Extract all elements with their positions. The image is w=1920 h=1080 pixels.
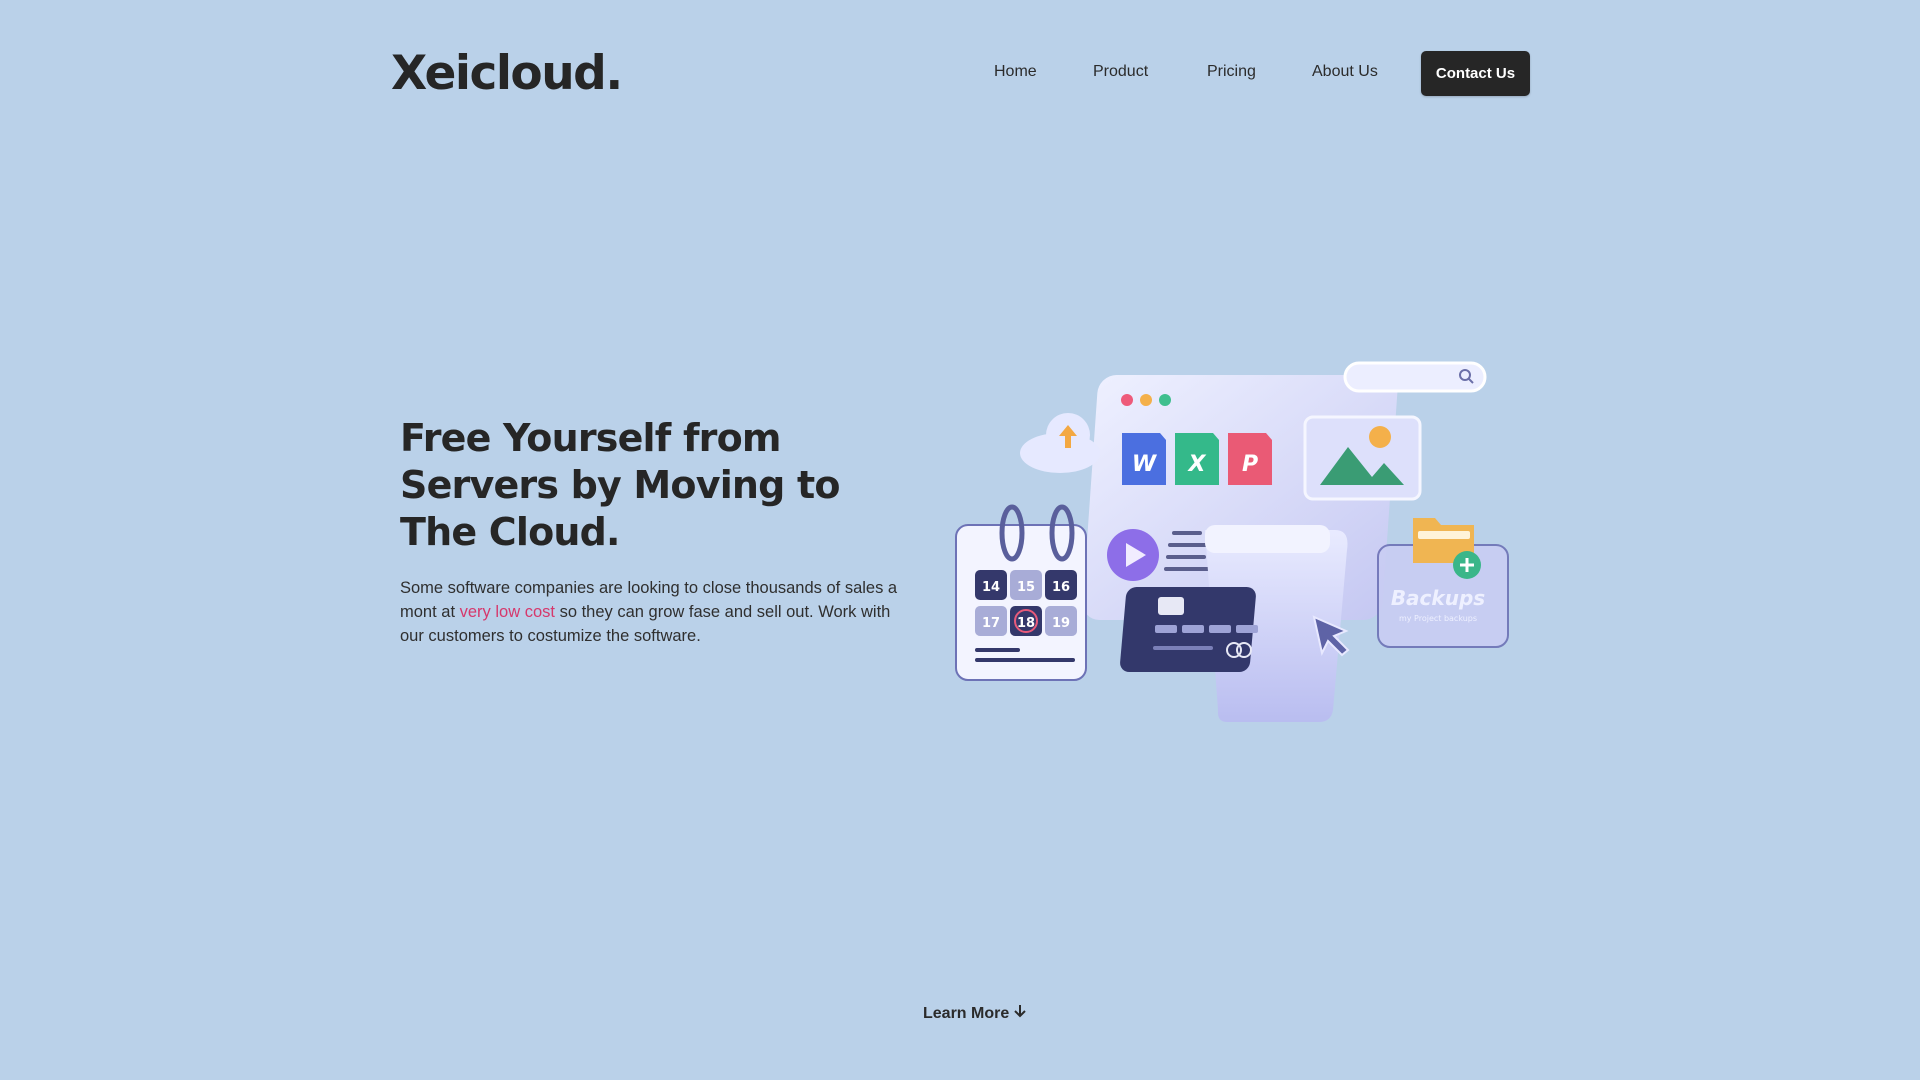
image-placeholder-icon: [1303, 415, 1422, 501]
text-line: [1164, 567, 1214, 571]
svg-text:15: 15: [1017, 580, 1035, 595]
cloud-illustration-svg: W X P 14 15 16 17 18 19 Backups my Proje…: [955, 361, 1509, 722]
hero-highlight-link[interactable]: very low cost: [460, 603, 555, 621]
nav-product[interactable]: Product: [1093, 63, 1148, 81]
svg-text:16: 16: [1052, 580, 1070, 595]
backups-label: Backups: [1391, 586, 1485, 610]
nav-pricing[interactable]: Pricing: [1207, 63, 1256, 81]
contact-us-button[interactable]: Contact Us: [1421, 51, 1530, 96]
calendar-icon: 14 15 16 17 18 19: [955, 504, 1087, 681]
text-line: [1172, 531, 1202, 535]
arrow-down-icon: [1013, 1004, 1027, 1023]
svg-text:P: P: [1242, 452, 1258, 477]
svg-text:W: W: [1132, 452, 1158, 477]
svg-text:17: 17: [982, 616, 1000, 631]
learn-more-button[interactable]: Learn More: [923, 1004, 1027, 1023]
main-nav: Home Product Pricing About Us Contact Us: [0, 51, 1920, 97]
hero-description: Some software companies are looking to c…: [400, 576, 910, 648]
learn-more-label: Learn More: [923, 1004, 1010, 1022]
svg-text:14: 14: [982, 580, 1000, 595]
svg-text:19: 19: [1052, 616, 1070, 631]
nav-about-us[interactable]: About Us: [1312, 63, 1378, 81]
credit-card-icon: [1120, 587, 1258, 672]
search-icon: [1343, 361, 1487, 393]
powerpoint-doc-icon: P: [1228, 433, 1272, 485]
excel-doc-icon: X: [1175, 433, 1219, 485]
play-icon: [1107, 529, 1159, 581]
cloud-illustration: W X P 14 15 16 17 18 19 Backups my Proje…: [950, 355, 1520, 725]
svg-text:18: 18: [1017, 616, 1035, 631]
text-line: [1166, 555, 1206, 559]
nav-home[interactable]: Home: [994, 63, 1037, 81]
word-doc-icon: W: [1122, 433, 1166, 485]
hero-title: Free Yourself from Servers by Moving to …: [400, 416, 840, 554]
backups-sublabel: my Project backups: [1399, 614, 1477, 623]
cloud-upload-icon: [1020, 413, 1100, 473]
svg-text:X: X: [1187, 452, 1207, 477]
